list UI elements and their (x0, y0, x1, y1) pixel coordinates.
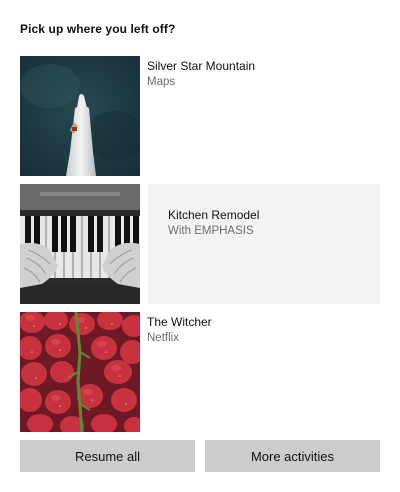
activity-title: The Witcher (147, 315, 212, 329)
activity-title: Kitchen Remodel (168, 208, 260, 222)
activity-card-the-witcher[interactable]: The Witcher Netflix (20, 312, 380, 432)
activity-thumbnail-piano (20, 184, 140, 304)
activity-thumbnail-strawberries (20, 312, 140, 432)
activity-highlight-panel (148, 184, 380, 304)
activity-card-kitchen-remodel[interactable]: Kitchen Remodel With EMPHASIS (20, 184, 380, 304)
activity-subtitle: Maps (147, 76, 176, 88)
resume-all-button[interactable]: Resume all (20, 440, 195, 472)
activity-title: Silver Star Mountain (147, 59, 256, 73)
activity-card-silver-star-mountain[interactable]: Silver Star Mountain Maps (20, 56, 380, 176)
activity-subtitle: With EMPHASIS (168, 225, 254, 237)
activity-subtitle: Netflix (147, 332, 179, 344)
activity-thumbnail-figure (20, 56, 140, 176)
more-activities-button[interactable]: More activities (205, 440, 380, 472)
page-heading: Pick up where you left off? (20, 22, 176, 36)
